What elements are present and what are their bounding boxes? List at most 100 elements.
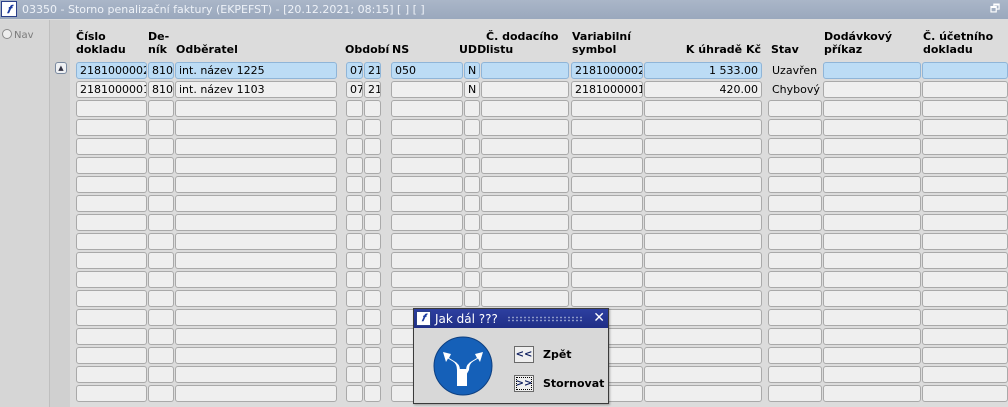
- cell-odberatel[interactable]: int. název 1225: [175, 62, 337, 79]
- cell-dodavkovy[interactable]: [823, 309, 921, 326]
- cell-obd_y[interactable]: [364, 347, 381, 364]
- cell-odberatel[interactable]: [175, 100, 337, 117]
- cell-obd_y[interactable]: [364, 328, 381, 345]
- cell-dodavkovy[interactable]: [823, 157, 921, 174]
- cell-kuhrade[interactable]: [644, 366, 762, 383]
- cell-vs[interactable]: [571, 195, 643, 212]
- cell-obd_y[interactable]: [364, 138, 381, 155]
- cell-udd[interactable]: N: [464, 62, 480, 79]
- close-icon[interactable]: ✕: [593, 310, 605, 326]
- cell-dodaci[interactable]: [481, 157, 569, 174]
- cell-ucetni[interactable]: [922, 100, 1008, 117]
- cell-vs[interactable]: [571, 290, 643, 307]
- cell-vs[interactable]: 2181000002: [571, 62, 643, 79]
- cell-kuhrade[interactable]: 420.00: [644, 81, 762, 98]
- cell-denik[interactable]: [148, 233, 174, 250]
- cell-odberatel[interactable]: [175, 138, 337, 155]
- cell-stav[interactable]: [768, 214, 822, 231]
- cell-dodavkovy[interactable]: [823, 290, 921, 307]
- cell-ucetni[interactable]: [922, 119, 1008, 136]
- cell-udd[interactable]: [464, 233, 480, 250]
- cell-vs[interactable]: [571, 138, 643, 155]
- cell-kuhrade[interactable]: [644, 347, 762, 364]
- scroll-up-arrow-icon[interactable]: ▲: [55, 62, 67, 74]
- cell-dodavkovy[interactable]: [823, 271, 921, 288]
- drag-grip-icon[interactable]: [507, 316, 582, 322]
- cell-cislo[interactable]: [76, 138, 147, 155]
- cell-ns[interactable]: [391, 100, 463, 117]
- cell-vs[interactable]: [571, 157, 643, 174]
- cell-ns[interactable]: [391, 157, 463, 174]
- cell-ucetni[interactable]: [922, 309, 1008, 326]
- cell-udd[interactable]: [464, 290, 480, 307]
- restore-window-icon[interactable]: 🗗: [988, 2, 1002, 16]
- cell-kuhrade[interactable]: [644, 252, 762, 269]
- cell-obd_m[interactable]: [346, 385, 363, 402]
- cell-stav[interactable]: [768, 138, 822, 155]
- cell-vs[interactable]: [571, 214, 643, 231]
- cell-denik[interactable]: [148, 309, 174, 326]
- cell-kuhrade[interactable]: [644, 271, 762, 288]
- cell-obd_m[interactable]: [346, 271, 363, 288]
- cell-dodavkovy[interactable]: [823, 119, 921, 136]
- cell-dodaci[interactable]: [481, 214, 569, 231]
- cell-ucetni[interactable]: [922, 214, 1008, 231]
- cell-stav[interactable]: [768, 195, 822, 212]
- cell-obd_m[interactable]: [346, 366, 363, 383]
- cell-ns[interactable]: [391, 290, 463, 307]
- cell-denik[interactable]: [148, 195, 174, 212]
- cell-ucetni[interactable]: [922, 81, 1008, 98]
- cell-odberatel[interactable]: [175, 328, 337, 345]
- cell-ns[interactable]: [391, 195, 463, 212]
- cell-obd_y[interactable]: [364, 271, 381, 288]
- cell-cislo[interactable]: [76, 309, 147, 326]
- cell-vs[interactable]: [571, 252, 643, 269]
- cell-dodaci[interactable]: [481, 138, 569, 155]
- cell-obd_y[interactable]: [364, 385, 381, 402]
- cell-denik[interactable]: [148, 347, 174, 364]
- cell-odberatel[interactable]: [175, 157, 337, 174]
- cell-odberatel[interactable]: [175, 195, 337, 212]
- cell-obd_m[interactable]: 07: [346, 62, 363, 79]
- cell-stav[interactable]: Uzavřen: [768, 62, 822, 79]
- cell-udd[interactable]: [464, 271, 480, 288]
- cell-obd_m[interactable]: [346, 157, 363, 174]
- cell-denik[interactable]: [148, 328, 174, 345]
- cell-odberatel[interactable]: [175, 385, 337, 402]
- cell-dodaci[interactable]: [481, 176, 569, 193]
- cell-obd_y[interactable]: [364, 233, 381, 250]
- cell-stav[interactable]: [768, 347, 822, 364]
- cell-cislo[interactable]: [76, 100, 147, 117]
- cell-dodavkovy[interactable]: [823, 233, 921, 250]
- cell-denik[interactable]: [148, 290, 174, 307]
- cell-kuhrade[interactable]: [644, 233, 762, 250]
- cell-cislo[interactable]: 2181000001: [76, 81, 147, 98]
- cell-udd[interactable]: N: [464, 81, 480, 98]
- cell-dodavkovy[interactable]: [823, 62, 921, 79]
- cell-obd_m[interactable]: [346, 347, 363, 364]
- cell-cislo[interactable]: [76, 347, 147, 364]
- cell-ucetni[interactable]: [922, 176, 1008, 193]
- cell-vs[interactable]: [571, 271, 643, 288]
- cell-stav[interactable]: [768, 176, 822, 193]
- cell-vs[interactable]: [571, 176, 643, 193]
- cell-kuhrade[interactable]: [644, 328, 762, 345]
- cell-stav[interactable]: [768, 385, 822, 402]
- cell-ucetni[interactable]: [922, 328, 1008, 345]
- cell-denik[interactable]: 810: [148, 62, 174, 79]
- cell-dodaci[interactable]: [481, 100, 569, 117]
- cell-dodavkovy[interactable]: [823, 366, 921, 383]
- cell-dodaci[interactable]: [481, 252, 569, 269]
- cell-obd_m[interactable]: [346, 138, 363, 155]
- cell-obd_m[interactable]: [346, 290, 363, 307]
- cell-kuhrade[interactable]: [644, 176, 762, 193]
- cell-obd_y[interactable]: [364, 100, 381, 117]
- cell-denik[interactable]: [148, 138, 174, 155]
- cell-ucetni[interactable]: [922, 62, 1008, 79]
- cell-obd_y[interactable]: 21: [364, 62, 381, 79]
- cell-kuhrade[interactable]: [644, 214, 762, 231]
- cell-obd_m[interactable]: [346, 214, 363, 231]
- cell-udd[interactable]: [464, 138, 480, 155]
- cell-ucetni[interactable]: [922, 252, 1008, 269]
- cell-obd_y[interactable]: [364, 252, 381, 269]
